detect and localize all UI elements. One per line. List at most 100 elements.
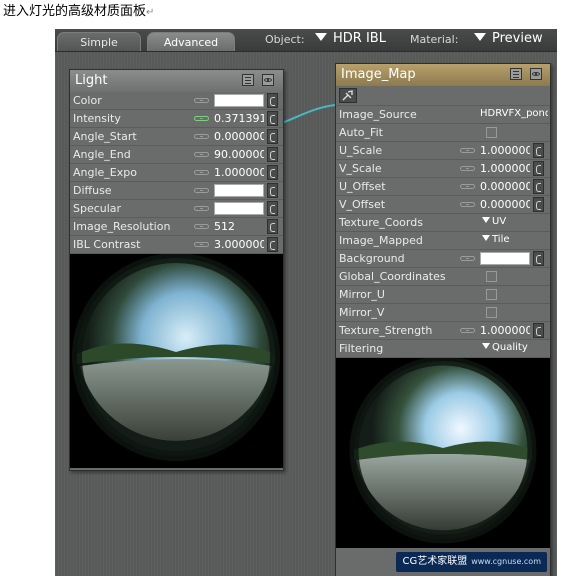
spin-icon[interactable] [267,147,278,162]
toolbar: Simple Advanced Object: HDR IBL Material… [55,29,557,52]
checkbox[interactable] [486,127,497,138]
keyframe-icon[interactable] [194,170,209,175]
property-label: U_Offset [339,180,386,193]
node-canvas[interactable]: Light Color Intensity 0.371391 Angle_Start 0… [55,52,557,576]
keyframe-icon[interactable] [460,202,475,207]
keyframe-icon[interactable] [460,328,475,333]
property-label: Global_Coordinates [339,270,446,283]
checkbox[interactable] [486,271,497,282]
property-value-input[interactable]: 0.000000 [480,180,530,193]
checkbox[interactable] [486,307,497,318]
checkbox[interactable] [486,289,497,300]
spin-icon[interactable] [533,251,544,266]
dropdown-value: Quality [492,342,528,353]
node-plug-icon[interactable] [339,88,357,103]
spin-icon[interactable] [533,143,544,158]
property-value-input[interactable]: 3.000000 [214,238,264,251]
keyframe-icon[interactable] [460,184,475,189]
spin-icon[interactable] [267,129,278,144]
keyframe-icon[interactable] [194,206,209,211]
spin-icon[interactable] [267,201,278,216]
object-dropdown[interactable]: HDR IBL [315,31,386,46]
dropdown[interactable]: Tile [482,234,510,245]
property-row-color: Color [70,92,283,110]
property-row-diffuse: Diffuse [70,182,283,200]
spin-icon[interactable] [533,197,544,212]
property-label: Image_Source [339,108,417,121]
property-value-input[interactable]: 0.371391 [214,112,264,125]
spin-icon[interactable] [533,179,544,194]
property-value-input[interactable]: 1.000000 [480,144,530,157]
property-label: Texture_Strength [339,324,433,337]
property-value-input[interactable]: 1.000000 [480,324,530,337]
spin-icon[interactable] [267,165,278,180]
color-swatch[interactable] [480,252,530,265]
keyframe-icon[interactable] [194,242,209,247]
property-label: IBL Contrast [73,238,141,251]
keyframe-icon[interactable] [460,148,475,153]
eye-icon[interactable] [530,68,542,80]
image-map-panel-header[interactable]: Image_Map [336,64,550,86]
keyframe-icon[interactable] [460,256,475,261]
keyframe-icon[interactable] [194,116,209,121]
hdr-sphere-preview [72,253,280,461]
node-plug-row [336,86,550,106]
keyframe-icon[interactable] [194,134,209,139]
list-icon[interactable] [242,74,254,86]
material-dropdown[interactable]: Preview [474,31,543,46]
eye-icon[interactable] [262,74,274,86]
dropdown[interactable]: Quality [482,342,528,353]
property-value-input[interactable]: 0.000000 [480,198,530,211]
dropdown-value: UV [492,216,507,227]
keyframe-icon[interactable] [194,188,209,193]
light-properties: Color Intensity 0.371391 Angle_Start 0.00000… [70,92,283,254]
color-swatch[interactable] [214,202,264,215]
property-label: Image_Resolution [73,220,171,233]
property-row-image-mapped: Image_Mapped Tile [336,232,550,250]
property-row-v-scale: V_Scale 1.000000 [336,160,550,178]
spin-icon[interactable] [267,219,278,234]
property-row-auto-fit: Auto_Fit [336,124,550,142]
dropdown-arrow-icon [482,235,490,241]
spin-icon[interactable] [533,323,544,338]
spin-icon[interactable] [267,183,278,198]
property-row-mirror-u: Mirror_U [336,286,550,304]
spin-icon[interactable] [267,237,278,252]
property-label: Mirror_U [339,288,385,301]
property-row-ibl-contrast: IBL Contrast 3.000000 [70,236,283,254]
spin-icon[interactable] [533,161,544,176]
dropdown[interactable]: UV [482,216,506,227]
image-map-preview [336,356,550,548]
color-swatch[interactable] [214,184,264,197]
property-row-mirror-v: Mirror_V [336,304,550,322]
property-value-input[interactable]: 512 [214,220,264,233]
light-panel[interactable]: Light Color Intensity 0.371391 Angle_Start 0… [69,69,284,471]
keyframe-icon[interactable] [460,166,475,171]
keyframe-icon[interactable] [194,98,209,103]
image-map-panel[interactable]: Image_Map Image_Source HDRVFX_pond Auto_Fi… [335,63,551,576]
property-label: Auto_Fit [339,126,383,139]
property-label: U_Scale [339,144,383,157]
keyframe-icon[interactable] [194,152,209,157]
light-panel-header[interactable]: Light [70,70,283,92]
watermark-logo: CG艺术家联盟 www.cgnuse.com [396,552,547,572]
hdr-sphere-preview [349,356,537,544]
property-value-input[interactable]: 1.000000 [214,166,264,179]
spin-icon[interactable] [267,111,278,126]
light-panel-title: Light [75,73,108,88]
property-label: Diffuse [73,184,112,197]
tab-advanced[interactable]: Advanced [147,32,235,51]
keyframe-icon[interactable] [194,224,209,229]
property-value-input[interactable]: 0.000000 [214,130,264,143]
spin-icon[interactable] [267,93,278,108]
image-source-field[interactable]: HDRVFX_pond [480,108,548,119]
property-row-image-resolution: Image_Resolution 512 [70,218,283,236]
property-value-input[interactable]: 1.000000 [480,162,530,175]
color-swatch[interactable] [214,94,264,107]
property-label: V_Offset [339,198,386,211]
property-row-texture-coords: Texture_Coords UV [336,214,550,232]
tab-simple[interactable]: Simple [57,32,141,51]
list-icon[interactable] [510,68,522,80]
dropdown-arrow-icon [482,343,490,349]
property-value-input[interactable]: 90.000000 [214,148,264,161]
